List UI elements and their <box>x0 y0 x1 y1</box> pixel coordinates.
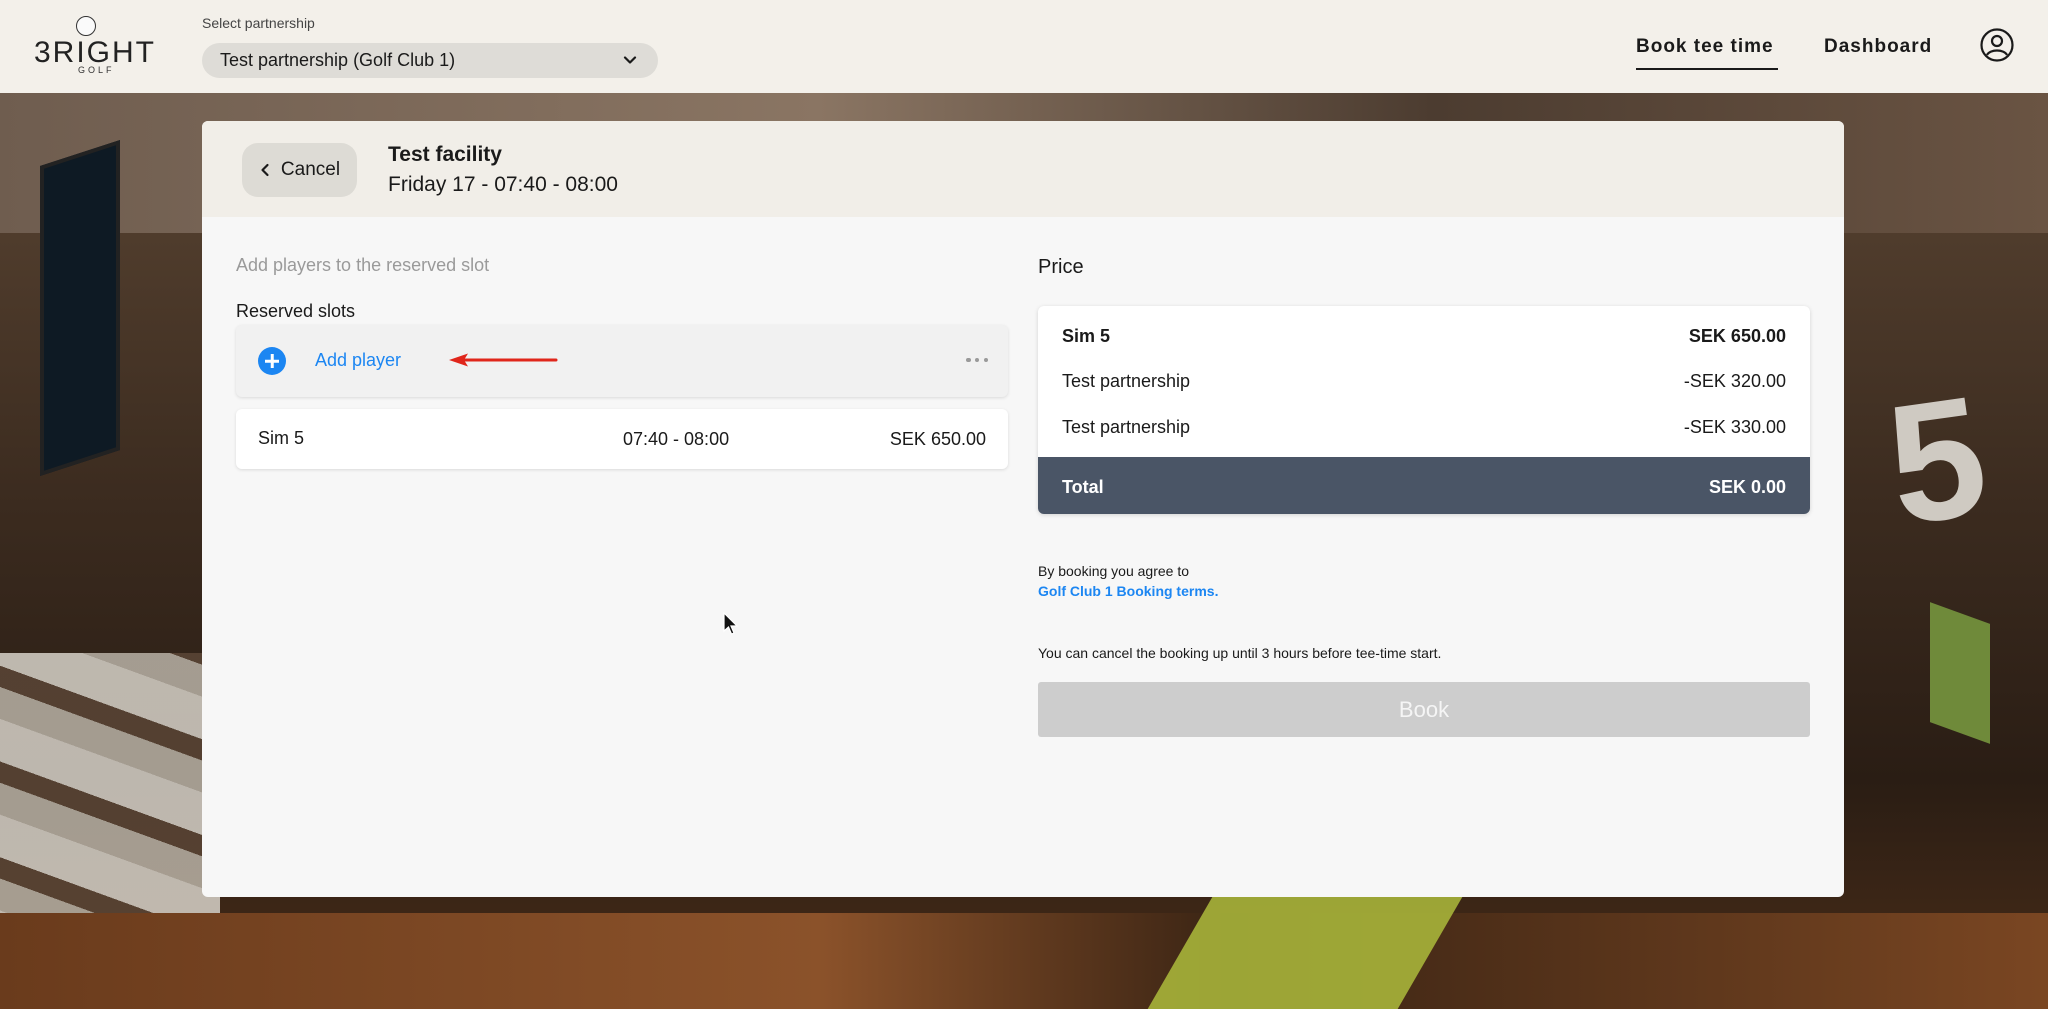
price-total-label: Total <box>1062 477 1104 497</box>
slot-time-range: 07:40 - 08:00 <box>623 429 730 449</box>
background-seats <box>0 653 220 953</box>
cancel-button-label: Cancel <box>280 159 341 180</box>
background-sim-number: 5 <box>1877 360 1998 562</box>
price-line-amount: SEK 650.00 <box>1688 326 1786 346</box>
background-floor <box>0 913 2048 1009</box>
slot-sim-name: Sim 5 <box>258 428 305 448</box>
slot-price: SEK 650.00 <box>889 429 986 449</box>
add-player-link[interactable]: Add player <box>315 350 401 371</box>
logo-sub: GOLF <box>78 65 115 75</box>
facility-name: Test facility <box>388 143 502 166</box>
partnership-select[interactable]: Test partnership (Golf Club 1) <box>202 43 658 78</box>
chevron-down-icon <box>623 56 637 64</box>
slot-datetime: Friday 17 - 07:40 - 08:00 <box>388 173 618 196</box>
top-header: 3RIGHT GOLF Select partnership Test part… <box>0 0 2048 93</box>
price-line: Test partnership -SEK 320.00 <box>1038 371 1810 401</box>
price-line: Sim 5 SEK 650.00 <box>1038 326 1810 356</box>
reserved-slots-label: Reserved slots <box>236 301 356 321</box>
more-dot <box>966 357 971 363</box>
nav-dashboard-label: Dashboard <box>1824 35 1933 57</box>
add-players-hint: Add players to the reserved slot <box>236 255 490 275</box>
price-line-amount: -SEK 330.00 <box>1683 417 1786 437</box>
user-circle-icon[interactable] <box>1980 28 2014 62</box>
nav-dashboard[interactable]: Dashboard <box>1824 0 1932 93</box>
background-screen <box>1930 602 1990 744</box>
book-button[interactable]: Book <box>1038 682 1810 737</box>
price-line-label: Sim 5 <box>1062 326 1111 346</box>
chevron-left-icon <box>261 163 269 177</box>
partnership-label: Select partnership <box>202 15 315 31</box>
cancel-button[interactable]: Cancel <box>242 143 357 197</box>
price-line-label: Test partnership <box>1062 371 1191 391</box>
mouse-cursor-icon <box>723 612 739 635</box>
price-total-amount: SEK 0.00 <box>1708 477 1786 497</box>
cancellation-note: You can cancel the booking up until 3 ho… <box>1038 645 1442 661</box>
price-summary: Sim 5 SEK 650.00 Test partnership -SEK 3… <box>1038 306 1810 514</box>
more-dot <box>983 357 988 363</box>
bright-golf-logo[interactable]: 3RIGHT GOLF <box>34 14 156 76</box>
price-title: Price <box>1038 256 1084 278</box>
golf-ball-icon <box>76 16 96 36</box>
booking-card-header: Cancel Test facility Friday 17 - 07:40 -… <box>202 121 1844 217</box>
booking-card: Cancel Test facility Friday 17 - 07:40 -… <box>202 121 1844 897</box>
plus-circle-icon[interactable] <box>258 347 286 375</box>
background-tv <box>40 140 120 476</box>
reserved-slot-row: Sim 5 07:40 - 08:00 SEK 650.00 <box>236 409 1008 469</box>
price-line-label: Test partnership <box>1062 417 1191 437</box>
price-line: Test partnership -SEK 330.00 <box>1038 417 1810 447</box>
add-player-row: Add player <box>236 325 1008 397</box>
partnership-select-value: Test partnership (Golf Club 1) <box>220 50 456 70</box>
booking-terms-link[interactable]: Golf Club 1 Booking terms. <box>1038 583 1218 599</box>
nav-book-tee-time-label: Book tee time <box>1636 35 1774 57</box>
more-dot <box>974 357 980 363</box>
terms-text: By booking you agree to <box>1038 563 1189 579</box>
price-total-bar: Total SEK 0.00 <box>1038 457 1810 514</box>
price-line-amount: -SEK 320.00 <box>1683 371 1786 391</box>
nav-book-tee-time[interactable]: Book tee time <box>1636 0 1778 93</box>
red-arrow-annotation-icon <box>449 353 558 367</box>
nav-active-underline <box>1636 68 1778 70</box>
more-options-icon[interactable] <box>966 350 988 370</box>
